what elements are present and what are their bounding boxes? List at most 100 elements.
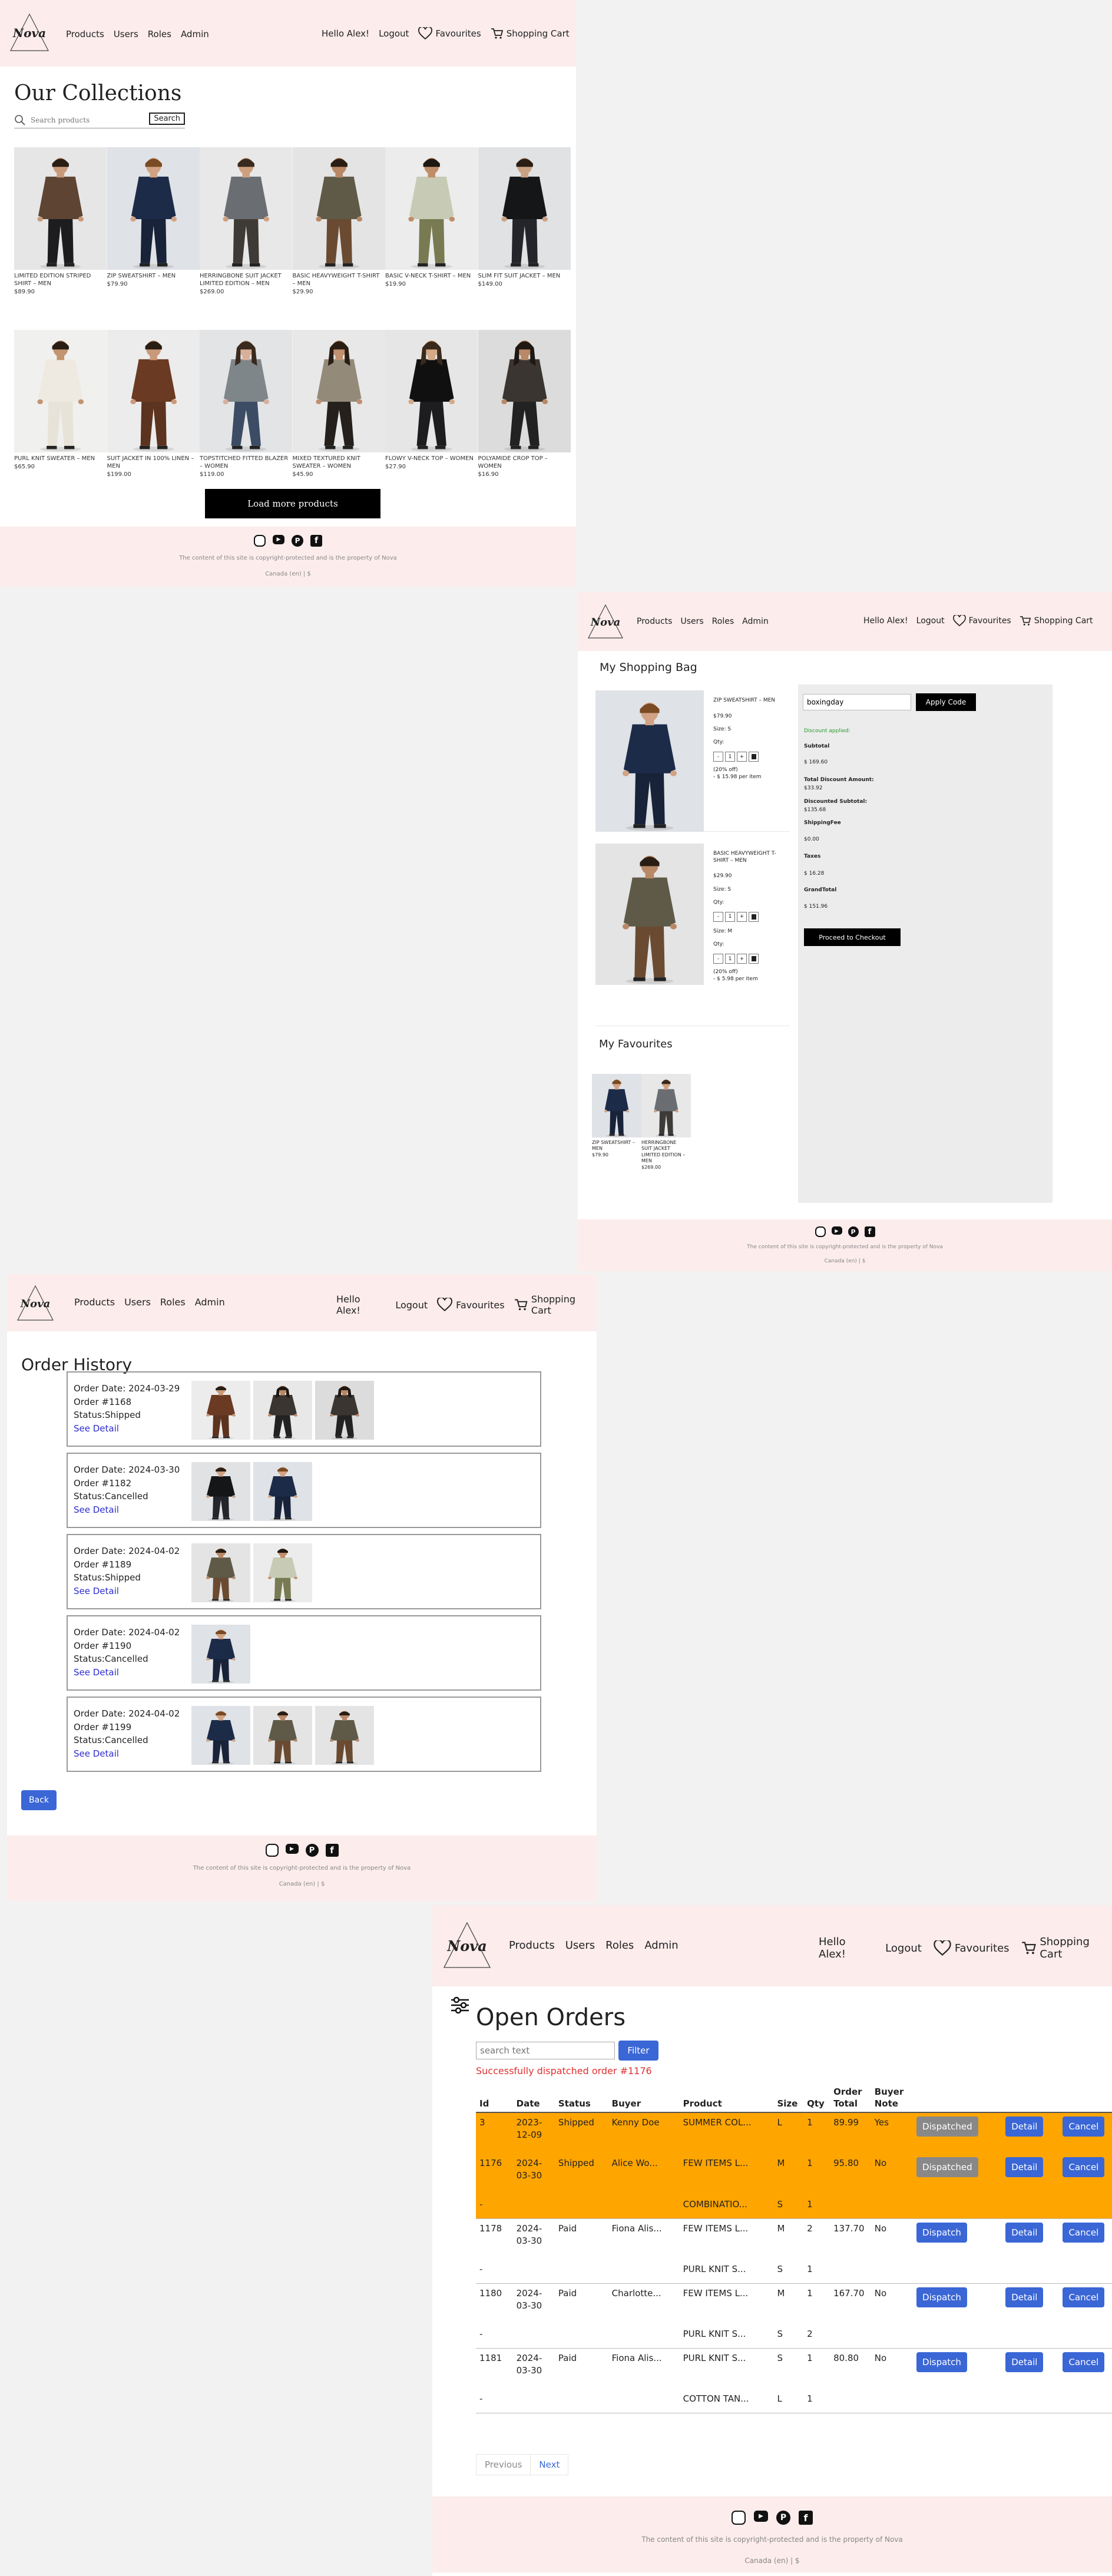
nav-roles[interactable]: Roles [160,1297,186,1308]
order-item-thumbnail[interactable] [315,1706,374,1765]
product-card[interactable]: BASIC V-NECK T-SHIRT – MEN $19.90 [385,147,478,287]
product-card[interactable]: FLOWY V-NECK TOP – WOMEN $27.90 [385,330,478,470]
product-name[interactable]: SLIM FIT SUIT JACKET – MEN [478,272,571,280]
next-page-button[interactable]: Next [531,2454,569,2475]
nav-admin[interactable]: Admin [195,1297,225,1308]
instagram-icon[interactable] [265,1844,279,1857]
product-name[interactable]: HERRINGBONE SUIT JACKET LIMITED EDITION … [200,272,293,287]
dispatch-button[interactable]: Dispatch [916,2352,967,2372]
dispatch-button[interactable]: Dispatch [916,2287,967,2307]
product-card[interactable]: HERRINGBONE SUIT JACKET LIMITED EDITION … [200,147,293,295]
nav-users[interactable]: Users [680,617,703,626]
see-detail-link[interactable]: See Detail [74,1747,180,1761]
cancel-button[interactable]: Cancel [1063,2352,1105,2372]
favourite-card[interactable]: ZIP SWEATSHIRT – MEN $79.90 [592,1074,641,1158]
product-card[interactable]: LIMITED EDITION STRIPED SHIRT – MEN $89.9… [14,147,107,295]
favourites-link[interactable]: Favourites [934,1940,1010,1956]
brand-logo[interactable]: Nova [586,603,625,641]
cart-link[interactable]: Shopping Cart [491,28,570,39]
load-more-button[interactable]: Load more products [205,489,380,518]
coupon-input[interactable] [803,694,911,710]
locale-text[interactable]: Canada (en) | $ [0,571,576,577]
product-name[interactable]: SUIT JACKET IN 100% LINEN – MEN [107,455,200,470]
cancel-button[interactable]: Cancel [1063,2117,1105,2137]
product-card[interactable]: MIXED TEXTURED KNIT SWEATER – WOMEN $45.9… [292,330,385,478]
see-detail-link[interactable]: See Detail [74,1666,180,1679]
bag-item-image[interactable] [595,844,704,985]
order-item-thumbnail[interactable] [191,1543,250,1602]
product-name[interactable]: FLOWY V-NECK TOP – WOMEN [385,455,478,462]
nav-products[interactable]: Products [74,1297,115,1308]
logout-link[interactable]: Logout [916,616,945,626]
order-item-thumbnail[interactable] [315,1381,374,1440]
facebook-icon[interactable]: f [325,1844,339,1857]
locale-text[interactable]: Canada (en) | $ [432,2557,1112,2565]
qty-value[interactable]: 1 [725,752,735,762]
nav-users[interactable]: Users [565,1939,595,1952]
nav-admin[interactable]: Admin [742,617,769,626]
see-detail-link[interactable]: See Detail [74,1422,180,1436]
nav-users[interactable]: Users [124,1297,151,1308]
previous-page-button[interactable]: Previous [476,2454,531,2475]
pinterest-icon[interactable]: P [305,1844,319,1857]
facebook-icon[interactable]: f [310,535,322,547]
instagram-icon[interactable] [254,535,266,547]
favourite-image[interactable] [641,1074,691,1137]
product-name[interactable]: ZIP SWEATSHIRT – MEN [107,272,200,280]
youtube-icon[interactable]: ▶ [285,1844,299,1854]
nav-roles[interactable]: Roles [712,617,734,626]
product-name[interactable]: TOPSTITCHED FITTED BLAZER – WOMEN [200,455,293,470]
cancel-button[interactable]: Cancel [1063,2157,1105,2177]
increase-qty-button[interactable]: + [737,911,747,922]
detail-button[interactable]: Detail [1005,2222,1044,2243]
favourite-image[interactable] [592,1074,641,1137]
nav-admin[interactable]: Admin [181,29,209,39]
cart-link[interactable]: Shopping Cart [1021,1936,1112,1960]
product-name[interactable]: PURL KNIT SWEATER – MEN [14,455,107,462]
locale-text[interactable]: Canada (en) | $ [578,1258,1112,1264]
favourites-link[interactable]: Favourites [952,615,1011,627]
order-item-thumbnail[interactable] [191,1462,250,1521]
product-card[interactable]: SUIT JACKET IN 100% LINEN – MEN $199.00 [107,330,200,478]
cart-link[interactable]: Shopping Cart [514,1294,597,1316]
product-image[interactable] [200,330,293,452]
detail-button[interactable]: Detail [1005,2117,1044,2137]
decrease-qty-button[interactable]: - [713,911,723,922]
product-image[interactable] [478,330,571,452]
pinterest-icon[interactable]: P [776,2511,790,2525]
order-item-thumbnail[interactable] [253,1706,312,1765]
detail-button[interactable]: Detail [1005,2157,1044,2177]
detail-button[interactable]: Detail [1005,2352,1044,2372]
back-button[interactable]: Back [21,1790,57,1810]
product-image[interactable] [200,147,293,270]
product-image[interactable] [478,147,571,270]
nav-products[interactable]: Products [509,1939,555,1952]
instagram-icon[interactable] [732,2511,746,2525]
logout-link[interactable]: Logout [885,1942,922,1955]
checkout-button[interactable]: Proceed to Checkout [804,928,901,946]
apply-code-button[interactable]: Apply Code [916,693,976,711]
filter-sliders-icon[interactable] [450,1996,470,2015]
bag-item-name[interactable]: ZIP SWEATSHIRT – MEN [713,697,784,705]
product-image[interactable] [292,147,385,270]
cart-link[interactable]: Shopping Cart [1020,616,1093,626]
product-name[interactable]: LIMITED EDITION STRIPED SHIRT – MEN [14,272,107,287]
search-input[interactable] [31,115,137,124]
cancel-button[interactable]: Cancel [1063,2287,1105,2307]
bag-item-image[interactable] [595,690,704,832]
product-image[interactable] [385,330,478,452]
nav-roles[interactable]: Roles [148,29,171,39]
product-image[interactable] [107,330,200,452]
nav-products[interactable]: Products [66,29,104,39]
product-image[interactable] [14,330,107,452]
search-button[interactable]: Search [149,113,185,125]
nav-products[interactable]: Products [637,617,672,626]
brand-logo[interactable]: Nova [442,1920,492,1971]
see-detail-link[interactable]: See Detail [74,1585,180,1598]
product-card[interactable]: BASIC HEAVYWEIGHT T-SHIRT – MEN $29.90 [292,147,385,295]
facebook-icon[interactable]: f [864,1226,875,1237]
order-item-thumbnail[interactable] [253,1381,312,1440]
nav-admin[interactable]: Admin [644,1939,678,1952]
dispatched-button[interactable]: Dispatched [916,2157,978,2177]
locale-text[interactable]: Canada (en) | $ [7,1881,597,1887]
